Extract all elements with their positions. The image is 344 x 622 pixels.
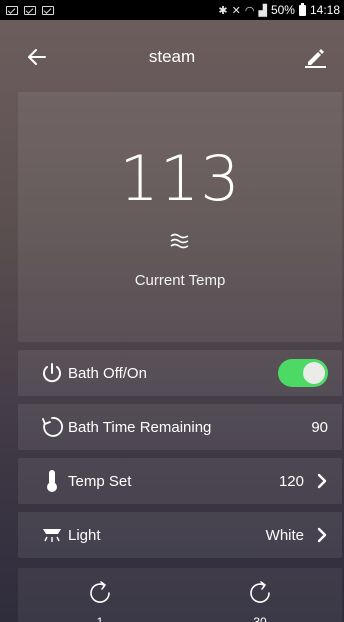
pencil-icon[interactable] — [300, 42, 330, 72]
preset-label: 30 — [253, 615, 267, 622]
thermometer-icon — [40, 469, 64, 493]
status-bar: ✱ ✕ ◠ ▟ 50% 14:18 — [0, 0, 344, 20]
clock: 14:18 — [309, 3, 340, 17]
bath-toggle-switch[interactable] — [278, 359, 328, 387]
bath-time-value: 90 — [311, 418, 328, 436]
current-temp-card: 113 Current Temp — [18, 92, 342, 342]
timer-icon — [40, 415, 64, 439]
bath-time-label: Bath Time Remaining — [68, 418, 212, 436]
notification-icon — [6, 5, 18, 15]
preset-panel: 1 30 — [18, 568, 342, 622]
signal-icon: ▟ — [258, 4, 267, 17]
bluetooth-icon: ✱ — [218, 4, 228, 17]
page-title: steam — [148, 47, 196, 66]
battery-percent: 50% — [270, 3, 295, 17]
power-icon — [40, 361, 64, 385]
refresh-icon — [250, 581, 270, 603]
preset-label: 1 — [96, 615, 104, 622]
preset-button[interactable]: 1 — [80, 578, 120, 622]
notification-icon — [42, 5, 54, 15]
battery-icon — [298, 2, 306, 16]
lamp-icon — [40, 523, 64, 547]
preset-button[interactable]: 30 — [240, 578, 280, 622]
toggle-knob — [303, 362, 325, 384]
light-row[interactable]: Light White — [18, 512, 342, 558]
current-temp-label: Current Temp — [134, 272, 226, 289]
bath-toggle-label: Bath Off/On — [68, 364, 147, 382]
bath-toggle-row[interactable]: Bath Off/On — [18, 350, 342, 396]
chevron-right-icon[interactable] — [316, 527, 328, 543]
light-value: White — [265, 526, 304, 544]
app-bar: steam — [0, 20, 344, 92]
current-temp-value: 113 — [119, 142, 241, 215]
mute-icon: ✕ — [231, 4, 241, 17]
steam-waves-icon — [18, 232, 342, 255]
temp-set-value: 120 — [278, 472, 304, 490]
chevron-right-icon[interactable] — [316, 473, 328, 489]
notification-icon — [24, 5, 36, 15]
refresh-icon — [90, 581, 110, 603]
wifi-icon: ◠ — [244, 4, 255, 17]
app-screen: ✱ ✕ ◠ ▟ 50% 14:18 steam 113 Current Temp… — [0, 0, 344, 622]
light-label: Light — [68, 526, 101, 544]
notification-icons — [6, 5, 54, 15]
temp-set-label: Temp Set — [68, 472, 132, 490]
temp-set-row[interactable]: Temp Set 120 — [18, 458, 342, 504]
system-status: ✱ ✕ ◠ ▟ 50% 14:18 — [218, 2, 340, 17]
bath-time-row[interactable]: Bath Time Remaining 90 — [18, 404, 342, 450]
